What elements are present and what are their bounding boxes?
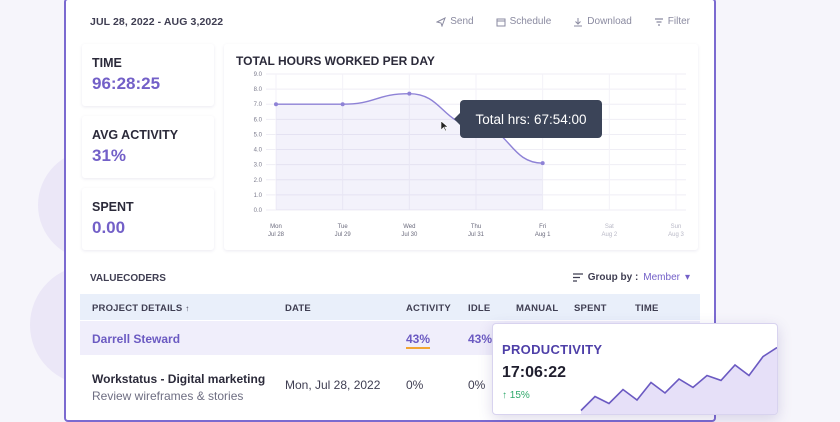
y-tick-label: 7.0 xyxy=(254,102,263,108)
group-by-select[interactable]: Group by : Member ▾ xyxy=(572,272,690,283)
hours-chart-card: TOTAL HOURS WORKED PER DAY 0.0 1.0 2.0 3.0 4… xyxy=(224,44,698,250)
col-idle[interactable]: IDLE xyxy=(468,303,490,314)
stat-label: TIME xyxy=(92,56,122,70)
filter-label: Filter xyxy=(667,16,690,27)
x-tick-date: Aug 3 xyxy=(668,232,684,238)
productivity-time: 17:06:22 xyxy=(502,364,567,381)
x-tick-day: Fri xyxy=(539,224,546,230)
x-tick-date: Jul 28 xyxy=(268,232,285,238)
send-button[interactable]: Send xyxy=(436,16,474,27)
y-tick-label: 2.0 xyxy=(254,178,263,184)
download-icon xyxy=(574,17,583,26)
member-activity: 43% xyxy=(406,332,431,349)
col-spent[interactable]: SPENT xyxy=(574,303,607,314)
x-tick-date: Aug 2 xyxy=(601,232,617,238)
x-tick-day: Sun xyxy=(671,224,682,230)
stat-card-time: TIME 96:28:25 xyxy=(82,44,214,106)
date-range[interactable]: JUL 28, 2022 - AUG 3,2022 xyxy=(90,16,223,28)
y-tick-label: 4.0 xyxy=(254,148,263,154)
send-label: Send xyxy=(450,16,474,27)
stat-value: 31% xyxy=(92,146,127,165)
member-idle: 43% xyxy=(468,332,493,346)
stat-card-spent: SPENT 0.00 xyxy=(82,188,214,250)
col-project-details[interactable]: PROJECT DETAILS ↑ xyxy=(92,303,190,314)
col-activity[interactable]: ACTIVITY xyxy=(406,303,451,314)
x-tick-date: Jul 31 xyxy=(468,232,485,238)
tooltip-text: Total hrs: 67:54:00 xyxy=(475,111,587,127)
x-tick-day: Mon xyxy=(270,224,282,230)
report-toolbar: JUL 28, 2022 - AUG 3,2022 Send Schedule … xyxy=(90,16,690,32)
x-tick-day: Wed xyxy=(403,224,415,230)
productivity-change: ↑ 15% xyxy=(502,390,530,401)
member-name[interactable]: Darrell Steward xyxy=(92,332,180,346)
data-point xyxy=(540,161,545,166)
x-tick-date: Jul 29 xyxy=(335,232,352,238)
company-name: VALUECODERS xyxy=(90,273,166,284)
x-tick-date: Jul 30 xyxy=(401,232,418,238)
y-tick-label: 9.0 xyxy=(254,72,263,78)
trend-area xyxy=(581,347,777,414)
calendar-icon xyxy=(496,18,506,26)
schedule-button[interactable]: Schedule xyxy=(496,16,552,27)
table-column-headers: PROJECT DETAILS ↑ DATE ACTIVITY IDLE MAN… xyxy=(80,294,700,320)
table-toolbar: VALUECODERS Group by : Member ▾ xyxy=(80,268,700,290)
x-tick-date: Aug 1 xyxy=(535,232,551,238)
productivity-title: PRODUCTIVITY xyxy=(502,342,603,357)
group-by-label: Group by : xyxy=(587,272,639,283)
sort-icon: ↑ xyxy=(185,304,190,313)
col-date[interactable]: DATE xyxy=(285,303,311,314)
row-date: Mon, Jul 28, 2022 xyxy=(285,378,381,392)
data-point xyxy=(340,102,345,107)
y-tick-label: 0.0 xyxy=(254,208,263,214)
y-tick-label: 1.0 xyxy=(254,193,263,199)
data-point xyxy=(407,91,412,96)
chevron-down-icon: ▾ xyxy=(684,272,690,283)
stat-card-avg-activity: AVG ACTIVITY 31% xyxy=(82,116,214,178)
chart-tooltip: Total hrs: 67:54:00 xyxy=(454,100,602,138)
schedule-label: Schedule xyxy=(509,16,552,27)
group-by-value: Member xyxy=(643,272,680,283)
download-button[interactable]: Download xyxy=(573,16,632,27)
project-name: Workstatus - Digital marketing xyxy=(92,372,266,386)
stat-value: 96:28:25 xyxy=(92,74,161,93)
download-label: Download xyxy=(587,16,632,27)
col-manual[interactable]: MANUAL xyxy=(516,303,558,314)
stat-label: AVG ACTIVITY xyxy=(92,128,179,142)
x-tick-day: Thu xyxy=(471,224,481,230)
y-tick-label: 3.0 xyxy=(254,163,263,169)
mouse-cursor-icon xyxy=(441,121,449,131)
y-tick-label: 5.0 xyxy=(254,132,263,138)
productivity-card: PRODUCTIVITY 17:06:22 ↑ 15% xyxy=(492,323,778,415)
filter-button[interactable]: Filter xyxy=(654,16,690,27)
row-idle: 0% xyxy=(468,378,486,392)
col-time[interactable]: TIME xyxy=(635,303,659,314)
send-icon xyxy=(436,16,447,27)
row-activity: 0% xyxy=(406,378,424,392)
x-tick-day: Tue xyxy=(338,224,349,230)
stat-value: 0.00 xyxy=(92,218,126,237)
x-tick-day: Sat xyxy=(605,224,614,230)
y-tick-label: 6.0 xyxy=(254,117,263,123)
toolbar-actions: Send Schedule Download Filter xyxy=(436,16,690,27)
data-point xyxy=(274,102,278,107)
sort-lines-icon xyxy=(572,273,583,282)
y-tick-label: 8.0 xyxy=(254,87,263,93)
task-name: Review wireframes & stories xyxy=(92,389,244,403)
hours-line-chart: 0.0 1.0 2.0 3.0 4.0 5.0 6.0 7.0 8.0 9.0 Mon Jul 28 T… xyxy=(254,72,686,238)
stat-label: SPENT xyxy=(92,200,134,214)
filter-icon xyxy=(654,17,663,26)
